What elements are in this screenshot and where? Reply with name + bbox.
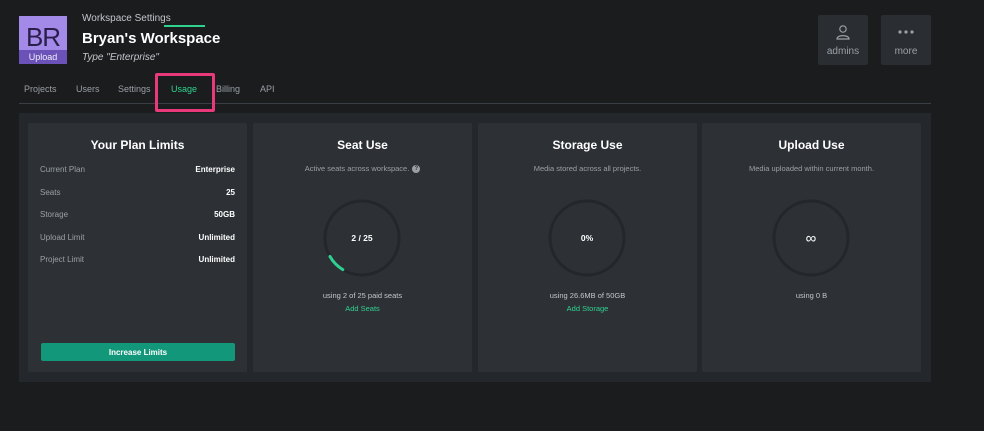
storage-use-subtitle: Media stored across all projects. — [533, 164, 642, 173]
limit-row-current-plan: Current Plan Enterprise — [40, 165, 235, 188]
avatar-upload-button[interactable]: Upload — [19, 50, 67, 64]
tab-settings[interactable]: Settings — [118, 84, 151, 94]
add-storage-link[interactable]: Add Storage — [478, 304, 697, 313]
workspace-avatar[interactable]: BR Upload — [19, 16, 67, 64]
workspace-type: Type "Enterprise" — [82, 52, 159, 63]
upload-use-card: Upload Use Media uploaded within current… — [702, 123, 921, 372]
more-dots-icon — [881, 23, 931, 41]
upload-use-subtitle: Media uploaded within current month. — [748, 164, 875, 173]
limit-label: Storage — [40, 210, 69, 219]
page-overline: Workspace Settings — [82, 13, 171, 24]
increase-limits-button[interactable]: Increase Limits — [41, 343, 235, 361]
seat-use-gauge-label: 2 / 25 — [351, 233, 373, 243]
plan-limits-list: Current Plan Enterprise Seats 25 Storage… — [40, 165, 235, 278]
limit-value: Enterprise — [195, 165, 235, 174]
active-tab-underline — [164, 25, 205, 27]
avatar-initials: BR — [25, 22, 61, 52]
user-icon — [818, 23, 868, 41]
seat-use-subtitle-text: Active seats across workspace. — [304, 164, 410, 173]
limit-label: Current Plan — [40, 165, 85, 174]
limit-label: Project Limit — [40, 255, 85, 264]
tab-projects[interactable]: Projects — [24, 84, 57, 94]
limit-value: Unlimited — [198, 232, 235, 242]
page-title: Bryan's Workspace — [82, 30, 221, 47]
help-icon[interactable]: ? — [412, 165, 421, 174]
admins-button[interactable]: admins — [818, 15, 868, 65]
storage-use-card: Storage Use Media stored across all proj… — [478, 123, 697, 372]
tab-billing[interactable]: Billing — [216, 84, 240, 94]
more-button[interactable]: more — [881, 15, 931, 65]
limit-label: Upload Limit — [40, 232, 85, 242]
limit-row-project-limit: Project Limit Unlimited — [40, 255, 235, 278]
upload-use-title: Upload Use — [778, 138, 845, 152]
usage-panel: Your Plan Limits Current Plan Enterprise… — [19, 113, 931, 382]
highlight-box — [155, 73, 215, 112]
plan-limits-title: Your Plan Limits — [90, 138, 185, 152]
storage-use-usage: using 26.6MB of 50GB — [549, 291, 626, 300]
limit-row-upload-limit: Upload Limit Unlimited — [40, 233, 235, 256]
limit-value: 50GB — [214, 210, 235, 219]
storage-use-gauge-label: 0% — [580, 233, 594, 243]
plan-limits-card: Your Plan Limits Current Plan Enterprise… — [28, 123, 247, 372]
seat-use-title: Seat Use — [337, 138, 388, 152]
upload-use-usage: using 0 B — [795, 291, 828, 300]
tab-users[interactable]: Users — [76, 84, 100, 94]
seat-use-usage: using 2 of 25 paid seats — [322, 291, 403, 300]
limit-row-seats: Seats 25 — [40, 188, 235, 211]
limit-value: 25 — [226, 187, 235, 197]
add-seats-link[interactable]: Add Seats — [253, 304, 472, 313]
seat-use-card: Seat Use Active seats across workspace.?… — [253, 123, 472, 372]
tab-api[interactable]: API — [260, 84, 275, 94]
limit-value: Unlimited — [198, 255, 235, 264]
limit-row-storage: Storage 50GB — [40, 210, 235, 233]
upload-use-gauge-label: ∞ — [805, 229, 817, 247]
seat-use-subtitle: Active seats across workspace.? — [253, 164, 472, 174]
more-button-label: more — [894, 46, 918, 57]
admins-button-label: admins — [826, 46, 860, 57]
limit-label: Seats — [40, 187, 61, 197]
storage-use-title: Storage Use — [552, 138, 623, 152]
